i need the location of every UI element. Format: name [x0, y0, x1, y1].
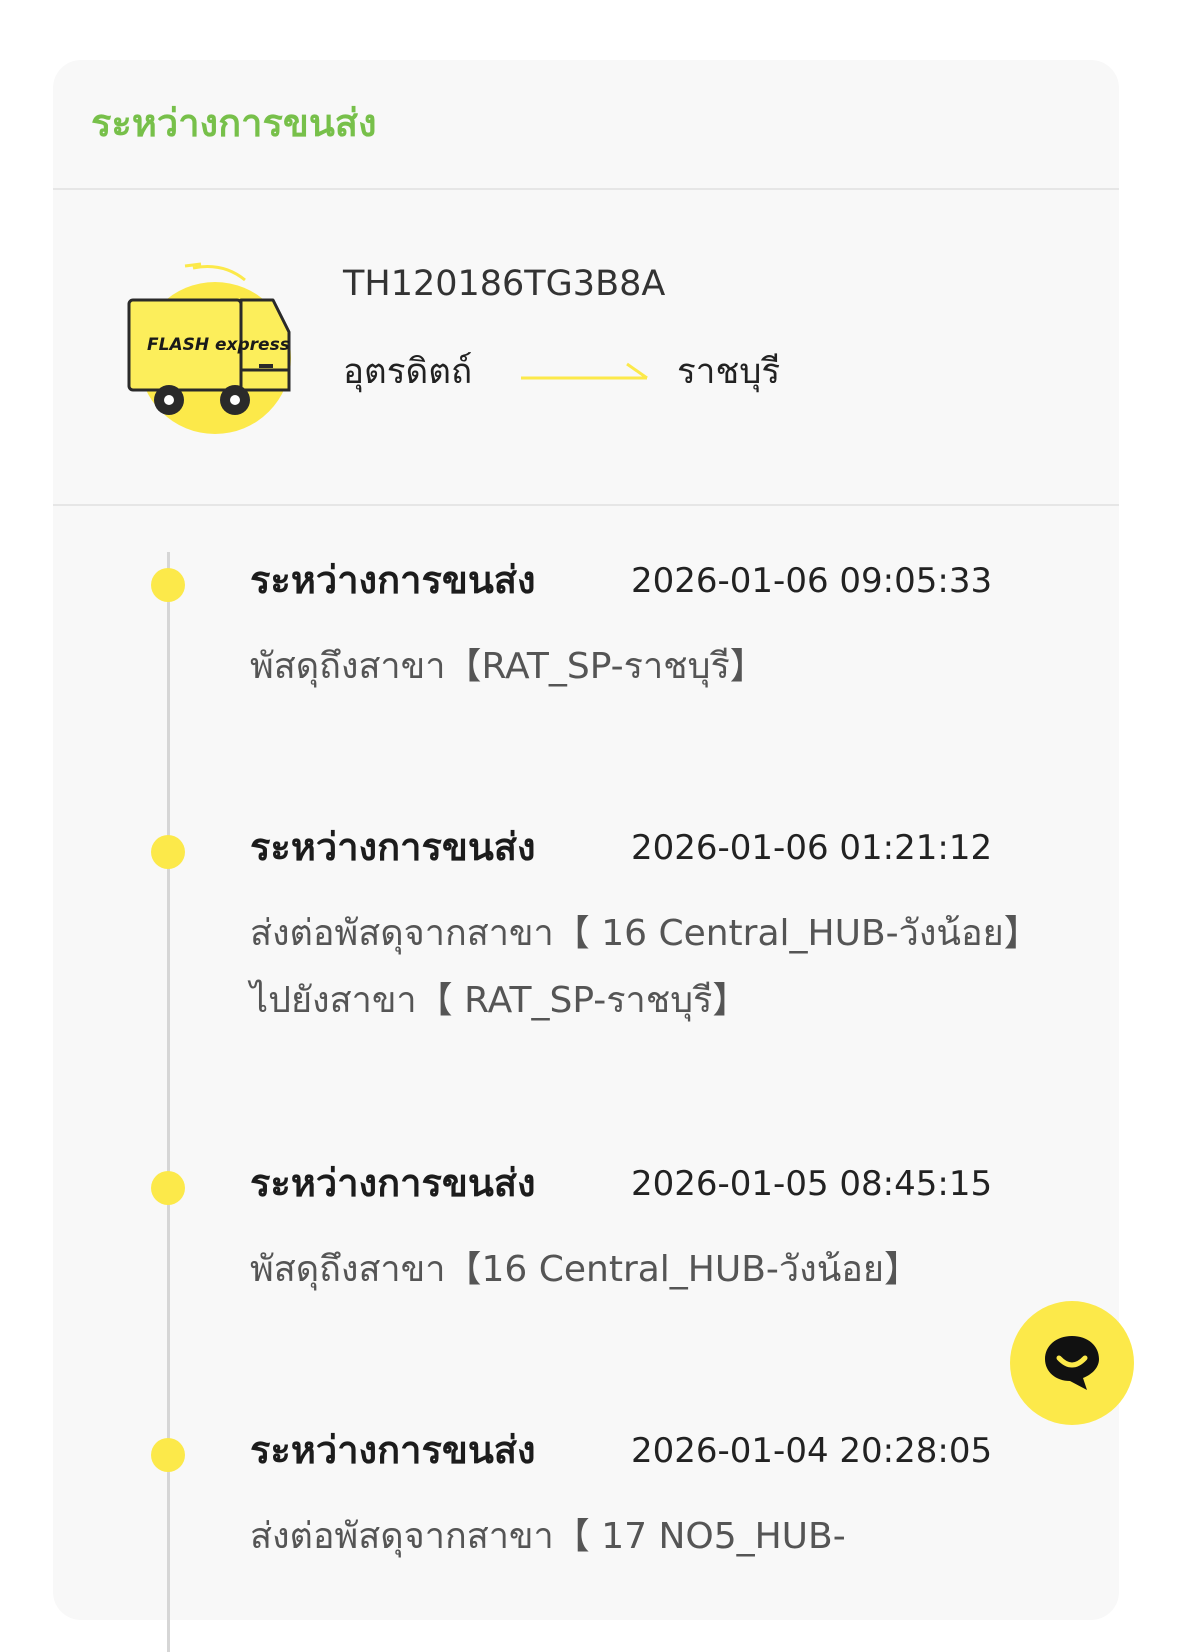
tracking-number: TH120186TG3B8A	[343, 264, 666, 304]
timeline-dot	[151, 1438, 185, 1472]
chat-button[interactable]	[1010, 1301, 1134, 1425]
route-arrow-icon	[521, 362, 648, 380]
event-status: ระหว่างการขนส่ง	[250, 1428, 536, 1472]
event-description: พัสดุถึงสาขา【16 Central_HUB-วังน้อย】	[250, 1249, 921, 1290]
event-datetime: 2026-01-04 20:28:05	[631, 1431, 993, 1471]
event-status: ระหว่างการขนส่ง	[250, 825, 536, 869]
chat-bubble-icon	[1045, 1336, 1099, 1390]
event-datetime: 2026-01-06 09:05:33	[631, 561, 993, 601]
event-description: พัสดุถึงสาขา【RAT_SP-ราชบุรี】	[250, 646, 766, 687]
timeline-dot	[151, 835, 185, 869]
timeline-dot	[151, 568, 185, 602]
origin-location: อุตรดิตถ์	[343, 352, 473, 392]
event-datetime: 2026-01-05 08:45:15	[631, 1164, 993, 1204]
event-description: ส่งต่อพัสดุจากสาขา【 16 Central_HUB-วังน้…	[250, 913, 1040, 1021]
delivery-truck-icon: FLASH express	[127, 262, 291, 434]
status-title: ระหว่างการขนส่ง	[91, 101, 377, 145]
destination-location: ราชบุรี	[677, 352, 781, 392]
timeline-dot	[151, 1171, 185, 1205]
brand-logo: FLASH express	[147, 335, 290, 355]
event-datetime: 2026-01-06 01:21:12	[631, 828, 993, 868]
shipment-summary: FLASH express TH120186TG3B8A อุตรดิตถ์ ร…	[53, 190, 1119, 506]
event-description: ส่งต่อพัสดุจากสาขา【 17 NO5_HUB-	[250, 1516, 846, 1557]
timeline-line	[167, 552, 170, 1652]
card-header: ระหว่างการขนส่ง	[53, 60, 1119, 190]
tracking-card: ระหว่างการขนส่ง FLASH express TH120186TG…	[53, 60, 1119, 1652]
event-status: ระหว่างการขนส่ง	[250, 1161, 536, 1205]
event-status: ระหว่างการขนส่ง	[250, 558, 536, 602]
